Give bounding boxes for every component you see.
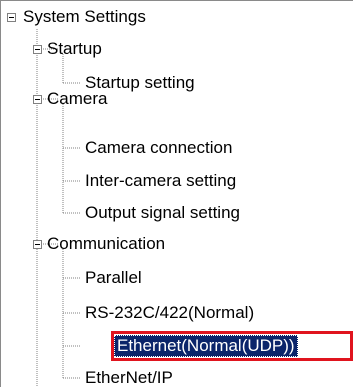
tree-node-label: RS-232C/422(Normal) [85,303,255,322]
tree-node-parallel[interactable]: Parallel [82,264,145,292]
tree-node-label: Camera connection [85,138,233,157]
tree-node-label: Inter-camera setting [85,171,237,190]
tree-node-label: Output signal setting [85,203,240,222]
tree-node-camera-connection[interactable]: Camera connection [82,134,235,162]
tree-node-label: Startup [47,39,102,58]
tree-node-startup[interactable]: Startup [44,35,105,63]
tree-node-label: Communication [47,234,166,253]
tree-node-inter-camera-setting[interactable]: Inter-camera setting [82,167,239,195]
tree-node-system-settings[interactable]: System Settings [20,3,149,31]
tree-node-camera[interactable]: Camera [44,85,110,113]
tree-node-label: EtherNet/IP [85,368,173,387]
tree-node-output-signal-setting[interactable]: Output signal setting [82,199,243,227]
tree-node-label: System Settings [23,7,146,26]
root-collapse-icon[interactable] [7,13,16,22]
tree-node-ethernet-ip[interactable]: EtherNet/IP [82,364,176,392]
camera-collapse-icon[interactable] [33,95,42,104]
tree-node-ethernet-udp[interactable]: Ethernet(Normal(UDP)) [114,332,298,360]
tree-node-label-selected: Ethernet(Normal(UDP)) [114,335,298,357]
communication-collapse-icon[interactable] [33,240,42,249]
tree-node-label: Parallel [85,268,142,287]
tree-node-rs232c-422[interactable]: RS-232C/422(Normal) [82,299,257,327]
startup-collapse-icon[interactable] [33,45,42,54]
settings-tree: System Settings Startup Startup setting … [0,0,353,387]
tree-node-label: Camera [47,89,108,108]
tree-node-communication[interactable]: Communication [44,230,168,258]
